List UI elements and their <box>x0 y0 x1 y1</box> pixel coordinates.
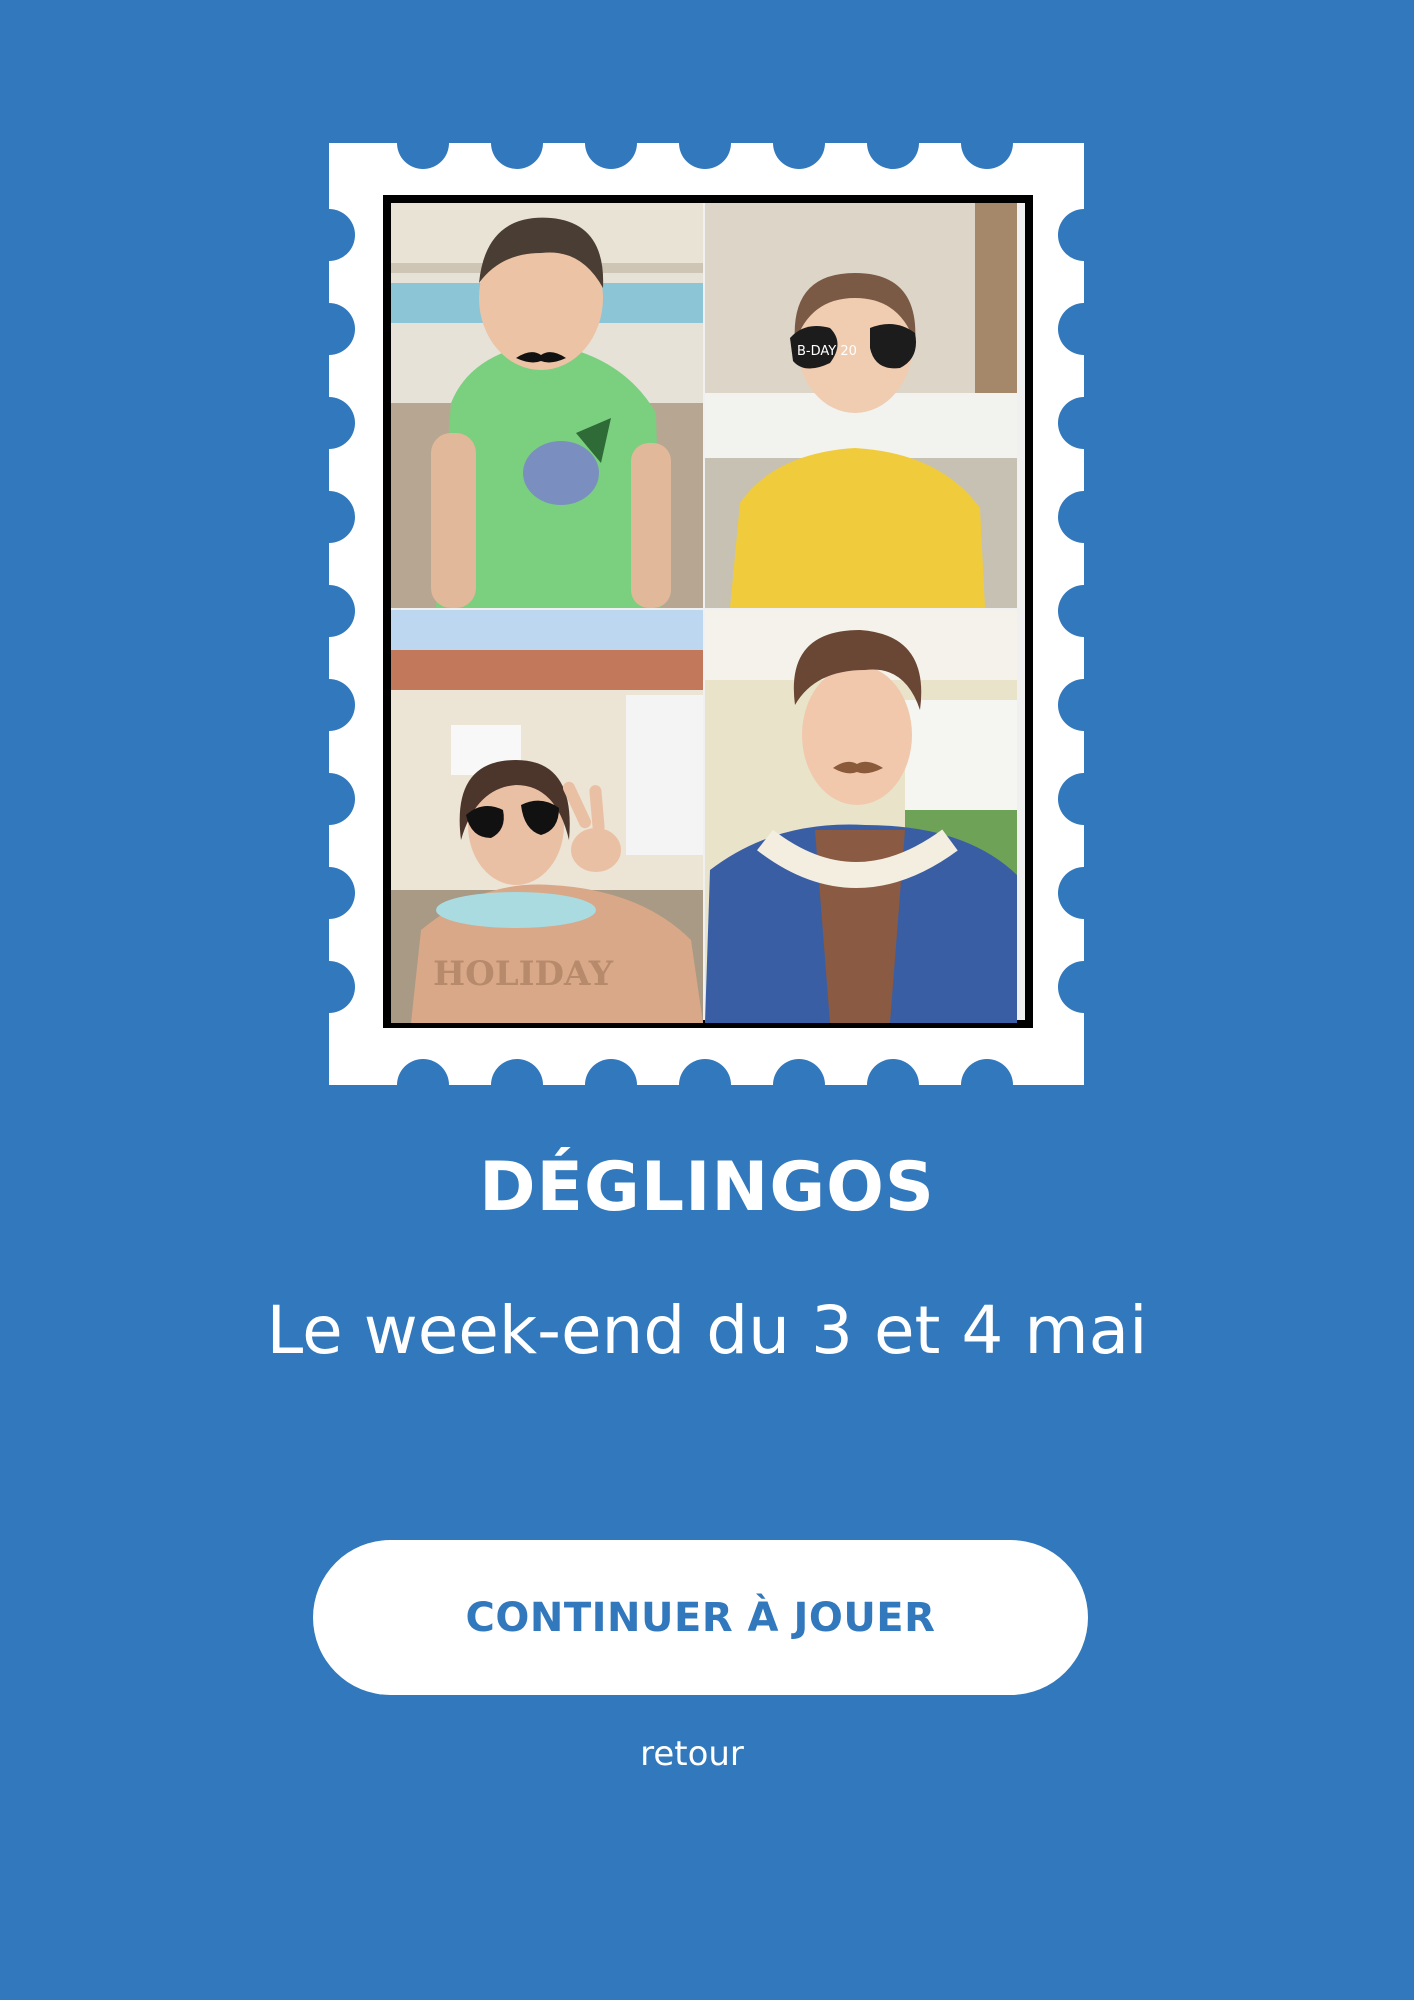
photo-boy-hawaiian-shirt <box>705 610 1017 1023</box>
stamp-perforation <box>1058 773 1084 825</box>
stamp-perforation <box>773 1059 825 1085</box>
photo-girl-holiday-sweater: HOLIDAY <box>391 610 703 1023</box>
page-title: DÉGLINGOS <box>479 1148 935 1227</box>
stamp-perforation <box>867 143 919 169</box>
glasses-text: B-DAY 20 <box>797 344 857 359</box>
stamp-perforation <box>867 1059 919 1085</box>
continue-playing-button[interactable]: CONTINUER À JOUER <box>313 1540 1088 1695</box>
stamp-perforation <box>961 1059 1013 1085</box>
sweater-text: HOLIDAY <box>433 954 614 994</box>
stamp-perforation <box>1058 585 1084 637</box>
stamp-perforation <box>585 1059 637 1085</box>
photo-collage: B-DAY 20 HOLIDAY <box>383 195 1033 1028</box>
stamp-perforation <box>329 397 355 449</box>
stamp-perforation <box>329 961 355 1013</box>
stamp-perforation <box>679 143 731 169</box>
stamp-perforation <box>961 143 1013 169</box>
photo-boy-green-shirt <box>391 203 703 608</box>
photo-stamp: B-DAY 20 HOLIDAY <box>329 143 1084 1085</box>
back-link[interactable]: retour <box>0 1734 1384 1774</box>
stamp-perforation <box>329 303 355 355</box>
stamp-perforation <box>329 773 355 825</box>
stamp-perforation <box>397 1059 449 1085</box>
stamp-perforation <box>773 143 825 169</box>
stamp-perforation <box>1058 491 1084 543</box>
stamp-perforation <box>1058 397 1084 449</box>
stamp-perforation <box>585 143 637 169</box>
stamp-perforation <box>329 209 355 261</box>
stamp-perforation <box>491 143 543 169</box>
stamp-perforation <box>329 491 355 543</box>
stamp-perforation <box>491 1059 543 1085</box>
stamp-perforation <box>1058 209 1084 261</box>
stamp-perforation <box>1058 961 1084 1013</box>
photo-girl-yellow-dress: B-DAY 20 <box>705 203 1017 608</box>
stamp-perforation <box>329 585 355 637</box>
stamp-perforation <box>329 867 355 919</box>
event-date-subtitle: Le week-end du 3 et 4 mai <box>266 1292 1148 1369</box>
stamp-perforation <box>679 1059 731 1085</box>
stamp-perforation <box>329 679 355 731</box>
stamp-perforation <box>1058 867 1084 919</box>
stamp-perforation <box>1058 303 1084 355</box>
stamp-perforation <box>1058 679 1084 731</box>
stamp-perforation <box>397 143 449 169</box>
